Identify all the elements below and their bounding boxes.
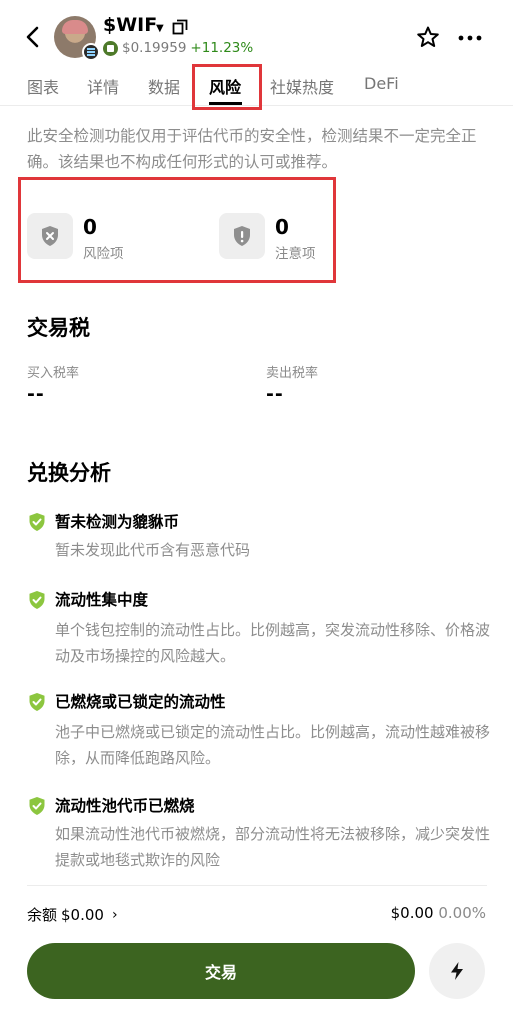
- position-value: $0.00 0.00%: [391, 904, 486, 922]
- analysis-section-title: 兑换分析: [27, 461, 111, 485]
- shield-check-icon: [29, 591, 45, 609]
- balance-value: $0.00: [61, 905, 104, 924]
- analysis-item-title: 暂未检测为貔貅币: [55, 513, 180, 531]
- caution-count: 0: [275, 215, 289, 239]
- header: $WIF ▼ $0.19959 +11.23%: [0, 14, 513, 64]
- price-change: +11.23%: [190, 40, 254, 56]
- buy-tax-label: 买入税率: [27, 366, 80, 381]
- copy-icon[interactable]: [172, 19, 188, 35]
- analysis-item-title: 流动性池代币已燃烧: [55, 797, 195, 815]
- price-row: $0.19959 +11.23%: [103, 40, 253, 56]
- tax-section-title: 交易税: [27, 316, 90, 340]
- shield-check-icon: [29, 693, 45, 711]
- analysis-item-desc: 单个钱包控制的流动性占比。比例越高，突发流动性移除、价格波动及市场操控的风险越大…: [55, 621, 491, 665]
- shield-x-icon: [27, 213, 73, 259]
- lightning-icon: [451, 962, 463, 980]
- token-avatar: [54, 16, 100, 61]
- footer-divider: [27, 885, 487, 886]
- analysis-item-title: 流动性集中度: [55, 591, 149, 609]
- more-icon[interactable]: [458, 35, 482, 41]
- sell-tax-label: 卖出税率: [266, 366, 319, 381]
- tab-details[interactable]: 详情: [87, 74, 119, 98]
- tab-highlight-box: [192, 64, 262, 110]
- shield-exclamation-icon: [219, 213, 265, 259]
- caution-label: 注意项: [275, 246, 316, 262]
- tab-defi[interactable]: DeFi: [364, 74, 399, 93]
- balance-label: 余额: [27, 906, 58, 924]
- analysis-item-title: 已燃烧或已锁定的流动性: [55, 693, 226, 711]
- tab-data[interactable]: 数据: [148, 74, 180, 98]
- back-arrow-icon[interactable]: [22, 24, 44, 50]
- buy-tax-value: --: [27, 383, 45, 405]
- analysis-item-desc: 如果流动性池代币被燃烧，部分流动性将无法被移除，减少突发性提款或地毯式欺诈的风险: [55, 825, 491, 869]
- caret-down-icon[interactable]: ▼: [156, 23, 164, 34]
- analysis-item-desc: 暂未发现此代币含有恶意代码: [55, 541, 251, 559]
- chain-badge-icon: [82, 43, 100, 61]
- position-pct: 0.00%: [438, 904, 486, 922]
- tab-social[interactable]: 社媒热度: [270, 74, 334, 98]
- shield-check-icon: [29, 513, 45, 531]
- token-price: $0.19959: [122, 40, 187, 56]
- position-amount: $0.00: [390, 904, 434, 922]
- analysis-item-desc: 池子中已燃烧或已锁定的流动性占比。比例越高，流动性越难被移除，从而降低跑路风险。: [55, 723, 491, 767]
- risk-count: 0: [83, 215, 97, 239]
- tab-chart[interactable]: 图表: [27, 74, 59, 98]
- star-icon[interactable]: [416, 25, 440, 49]
- trade-button[interactable]: 交易: [27, 943, 415, 999]
- chevron-right-icon[interactable]: ›: [112, 907, 118, 923]
- token-name[interactable]: $WIF: [103, 14, 157, 36]
- disclaimer-text: 此安全检测功能仅用于评估代币的安全性，检测结果不一定完全正确。该结果也不构成任何…: [27, 127, 477, 171]
- balance-row[interactable]: 余额 $0.00 ›: [27, 904, 118, 925]
- sell-tax-value: --: [266, 383, 284, 405]
- verified-badge-icon: [103, 40, 118, 56]
- quick-trade-button[interactable]: [429, 943, 485, 999]
- risk-label: 风险项: [83, 246, 124, 262]
- shield-check-icon: [29, 797, 45, 815]
